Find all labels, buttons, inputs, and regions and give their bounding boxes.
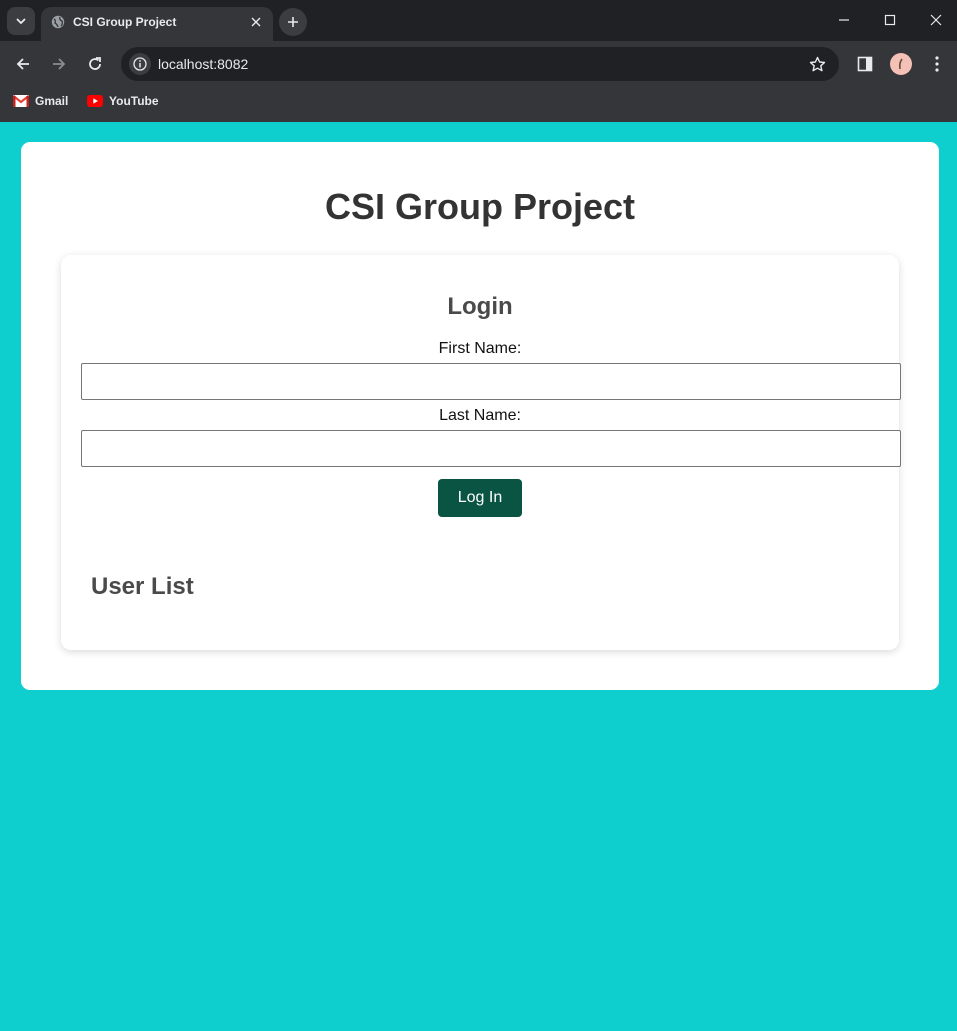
last-name-input[interactable] (81, 430, 901, 467)
gmail-icon (13, 95, 29, 107)
first-name-label: First Name: (438, 340, 522, 357)
page-title: CSI Group Project (324, 186, 636, 227)
bookmark-gmail[interactable]: Gmail (13, 92, 68, 110)
tab-title: CSI Group Project (73, 15, 177, 29)
login-heading: Login (447, 293, 513, 320)
maximize-icon (884, 14, 896, 26)
site-info-button[interactable] (129, 53, 151, 75)
address-bar[interactable]: localhost:8082 (121, 47, 839, 81)
youtube-icon (87, 95, 103, 107)
browser-chrome: CSI Group Project localhost:8082 Gmail Y… (0, 0, 957, 122)
more-vertical-icon (935, 56, 939, 72)
tab-close-button[interactable] (247, 13, 265, 31)
login-button[interactable]: Log In (438, 479, 522, 517)
back-button[interactable] (8, 49, 38, 79)
browser-menu-button[interactable] (922, 49, 952, 79)
info-icon (133, 57, 147, 71)
star-icon (809, 56, 825, 71)
bookmark-star-button[interactable] (807, 54, 827, 74)
browser-tab[interactable]: CSI Group Project (41, 7, 273, 41)
minimize-icon (839, 19, 849, 21)
user-list-heading: User List (91, 573, 194, 600)
maximize-button[interactable] (875, 6, 905, 34)
arrow-left-icon (16, 58, 29, 70)
url-text[interactable]: localhost:8082 (158, 56, 248, 72)
profile-avatar[interactable] (890, 53, 912, 75)
avatar-icon (898, 58, 903, 70)
reload-icon (89, 57, 101, 70)
chevron-down-icon (16, 18, 26, 25)
first-name-input[interactable] (81, 363, 901, 400)
bookmark-youtube[interactable]: YouTube (87, 92, 159, 110)
arrow-right-icon (53, 58, 66, 70)
bookmark-label: YouTube (109, 94, 159, 108)
tab-strip: CSI Group Project (0, 0, 957, 41)
last-name-label: Last Name: (439, 407, 521, 424)
new-tab-button[interactable] (279, 8, 307, 36)
minimize-button[interactable] (829, 6, 859, 34)
plus-icon (288, 17, 298, 27)
close-icon (930, 14, 942, 26)
side-panel-icon (857, 56, 873, 72)
login-card: Login First Name: Last Name: Log In User… (61, 255, 901, 650)
globe-icon (51, 15, 65, 29)
tab-search-button[interactable] (7, 7, 35, 35)
close-icon (251, 17, 261, 27)
forward-button[interactable] (44, 49, 74, 79)
bookmark-label: Gmail (35, 94, 69, 108)
side-panel-button[interactable] (850, 49, 880, 79)
main-container: CSI Group Project Login First Name: Last… (21, 142, 939, 690)
reload-button[interactable] (80, 49, 110, 79)
close-window-button[interactable] (921, 6, 951, 34)
